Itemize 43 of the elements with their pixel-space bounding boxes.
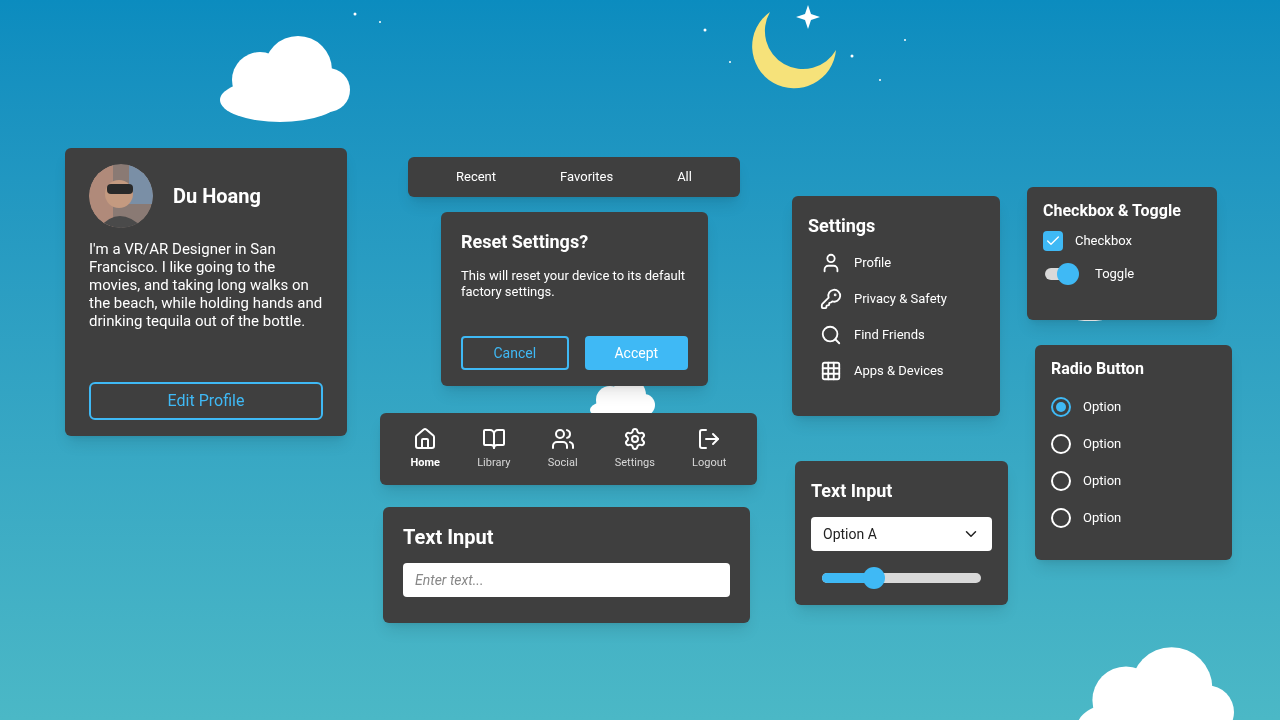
home-icon — [413, 426, 438, 451]
settings-icon — [622, 426, 647, 451]
profile-bio: I'm a VR/AR Designer in San Francisco. I like going to the movies, and taking long walks on the beach, while holding hands and drinking tequila out of the bottle. — [89, 240, 323, 330]
menu-item[interactable]: Privacy & Safety — [820, 288, 984, 310]
card-title: Text Input — [403, 524, 495, 551]
slider-thumb[interactable] — [863, 567, 886, 589]
dialog-title: Reset Settings? — [461, 230, 590, 254]
cancel-button[interactable]: Cancel — [461, 336, 569, 370]
tab[interactable]: All — [669, 163, 700, 191]
toggle-label: Toggle — [1095, 265, 1135, 284]
edit-profile-button[interactable]: Edit Profile — [89, 382, 323, 420]
key-icon — [820, 288, 842, 310]
nav-item[interactable]: Social — [547, 426, 578, 472]
panel-title: Text Input — [811, 479, 894, 503]
book-icon — [481, 426, 506, 451]
toggle[interactable] — [1043, 263, 1079, 285]
tab[interactable]: Favorites — [552, 163, 622, 191]
text-input-field[interactable]: Enter text... — [403, 563, 730, 597]
menu-item[interactable]: Apps & Devices — [820, 360, 984, 382]
checkbox[interactable] — [1043, 231, 1063, 251]
tab[interactable]: Recent — [448, 163, 505, 191]
panel-title: Checkbox & Toggle — [1043, 200, 1182, 222]
search-icon — [820, 324, 842, 346]
radio-label: Option — [1083, 398, 1122, 417]
nav-item[interactable]: Logout — [692, 426, 727, 472]
nav-item[interactable]: Library — [477, 426, 511, 472]
panel-title: Settings — [808, 214, 877, 238]
radio-button[interactable] — [1051, 397, 1071, 417]
exit-icon — [697, 426, 722, 451]
nav-item[interactable]: Home — [410, 426, 441, 472]
menu-item[interactable]: Find Friends — [820, 324, 984, 346]
panel-title: Radio Button — [1051, 358, 1145, 380]
radio-label: Option — [1083, 509, 1122, 528]
dialog-message: This will reset your device to its default factory settings. — [461, 268, 687, 300]
dropdown[interactable]: Option A — [811, 517, 992, 551]
grid-icon — [820, 360, 842, 382]
profile-name: Du Hoang — [173, 183, 261, 210]
people-icon — [550, 426, 575, 451]
menu-item[interactable]: Profile — [820, 252, 984, 274]
radio-label: Option — [1083, 472, 1122, 491]
nav-item[interactable]: Settings — [614, 426, 655, 472]
checkbox-label: Checkbox — [1075, 232, 1132, 251]
radio-label: Option — [1083, 435, 1122, 454]
